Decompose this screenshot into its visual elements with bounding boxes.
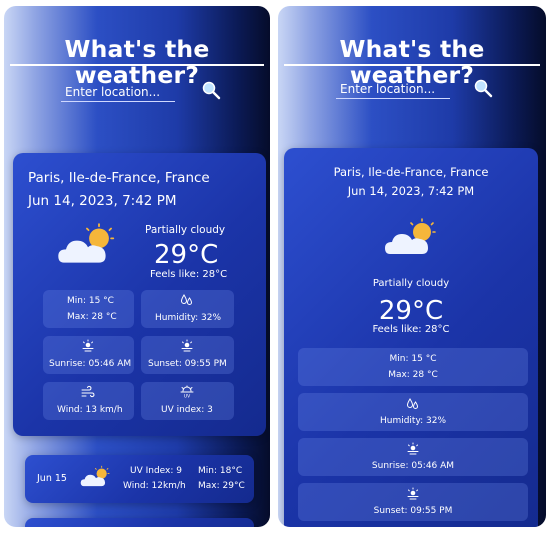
sunrise-icon	[81, 339, 95, 353]
sunrise-label: Sunrise: 05:46 AM	[371, 461, 455, 471]
water-drop-icon	[406, 397, 420, 411]
forecast-day-card[interactable]: Jun 15 UV Index: 9 Wind: 12km/h Min: 18°…	[25, 455, 254, 503]
forecast-wind: Wind: 12km/h	[123, 481, 186, 491]
wind-icon	[81, 385, 95, 399]
temperature-label: 29°C	[378, 296, 444, 326]
water-drop-icon	[180, 293, 194, 307]
sunrise-card: Sunrise: 05:46 AM	[43, 336, 134, 374]
location-label: Paris, Ile-de-France, France	[28, 170, 210, 186]
sunrise-card: Sunrise: 05:46 AM	[298, 438, 528, 476]
sunset-label: Sunset: 09:55 PM	[373, 506, 453, 516]
datetime-label: Jun 14, 2023, 7:42 PM	[28, 193, 177, 209]
feels-like-label: Feels like: 28°C	[150, 269, 228, 280]
max-label: Max: 28 °C	[388, 370, 438, 380]
humidity-label: Humidity: 32%	[379, 416, 447, 426]
search-icon[interactable]	[473, 78, 493, 98]
search-input[interactable]	[61, 82, 175, 102]
humidity-label: Humidity: 32%	[155, 313, 222, 323]
search-input[interactable]	[336, 79, 450, 99]
search-icon[interactable]	[201, 80, 221, 100]
condition-label: Partially cloudy	[145, 224, 226, 236]
min-label: Min: 15 °C	[67, 296, 114, 306]
current-weather-card: Paris, Ile-de-France, France Jun 14, 202…	[284, 148, 538, 527]
sunset-icon	[180, 339, 194, 353]
sunset-label: Sunset: 09:55 PM	[148, 359, 227, 369]
partly-cloudy-icon	[382, 218, 442, 258]
partly-cloudy-icon	[55, 223, 121, 267]
condition-label: Partially cloudy	[372, 278, 450, 289]
uv-card: UV index: 3	[141, 382, 234, 420]
sunrise-label: Sunrise: 05:46 AM	[49, 359, 132, 369]
app-title: What's the weather?	[64, 35, 210, 89]
uv-icon	[180, 385, 194, 399]
sunrise-icon	[406, 442, 420, 456]
sunset-icon	[406, 487, 420, 501]
wind-label: Wind: 13 km/h	[57, 405, 123, 415]
temperature-label: 29°C	[154, 240, 219, 270]
min-max-card: Min: 15 °C Max: 28 °C	[298, 348, 528, 386]
datetime-label: Jun 14, 2023, 7:42 PM	[347, 184, 475, 198]
forecast-weather-icon	[79, 465, 113, 489]
forecast-max: Max: 29°C	[198, 481, 245, 491]
min-max-card: Min: 15 °C Max: 28 °C	[43, 290, 134, 328]
title-underline	[10, 64, 264, 66]
humidity-card: Humidity: 32%	[141, 290, 234, 328]
search-bar	[278, 79, 546, 101]
max-label: Max: 28 °C	[67, 312, 117, 322]
uv-label: UV index: 3	[161, 405, 213, 415]
current-weather-card: Paris, Ile-de-France, France Jun 14, 202…	[13, 153, 266, 436]
screen-right: What's the weather? Paris, Ile-de-France…	[278, 6, 546, 527]
screen-left: What's the weather? Paris, Ile-de-France…	[4, 6, 270, 527]
title-underline	[284, 64, 540, 66]
location-label: Paris, Ile-de-France, France	[333, 165, 489, 179]
forecast-day-card-next[interactable]	[25, 518, 254, 527]
forecast-min: Min: 18°C	[198, 466, 243, 476]
min-label: Min: 15 °C	[389, 354, 437, 364]
humidity-card: Humidity: 32%	[298, 393, 528, 431]
feels-like-label: Feels like: 28°C	[372, 324, 450, 335]
forecast-uv: UV Index: 9	[130, 466, 183, 476]
sunset-card: Sunset: 09:55 PM	[298, 483, 528, 521]
wind-card: Wind: 13 km/h	[43, 382, 134, 420]
sunset-card: Sunset: 09:55 PM	[141, 336, 234, 374]
search-bar	[4, 82, 270, 104]
forecast-date: Jun 15	[37, 473, 67, 484]
